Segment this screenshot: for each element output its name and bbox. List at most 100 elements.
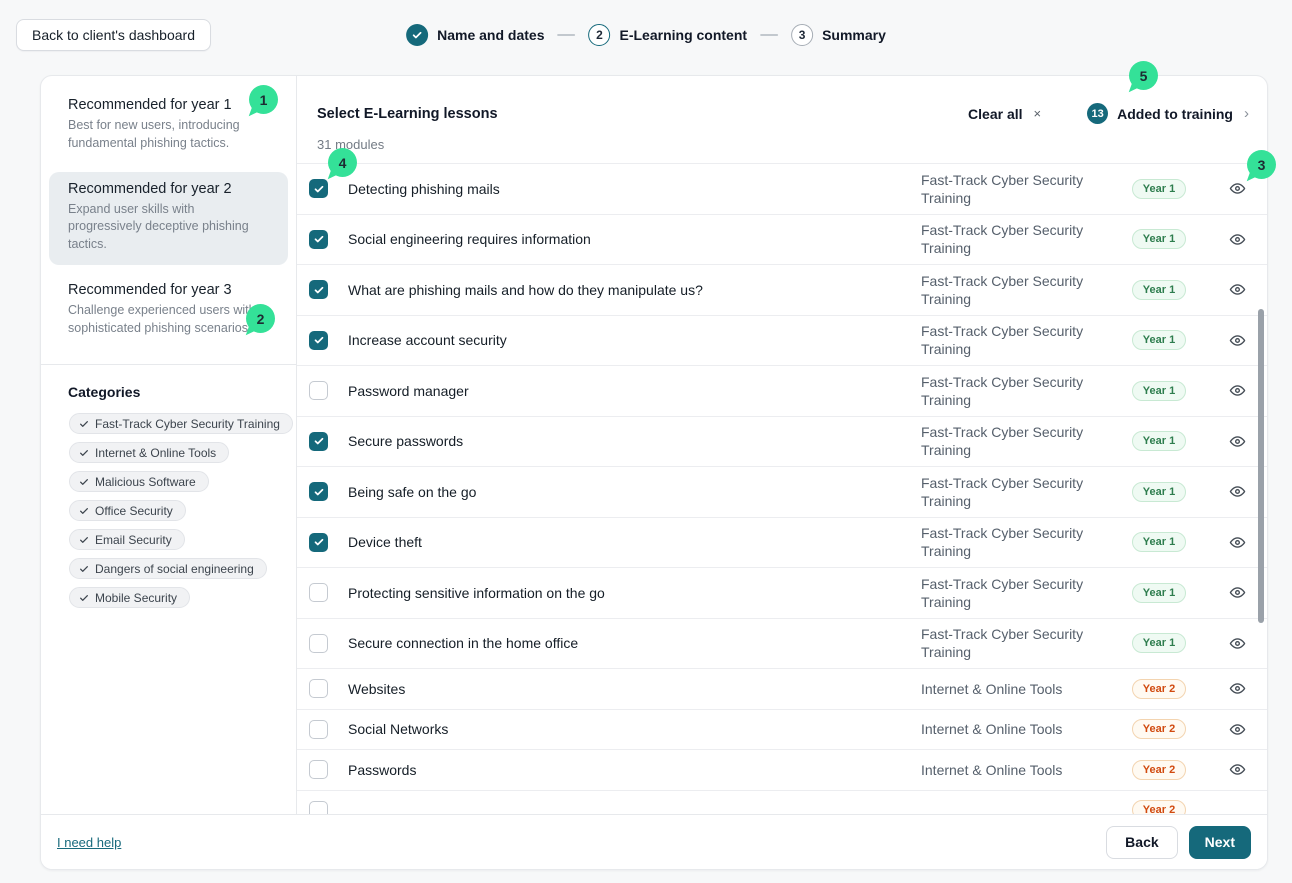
step-elearning-content[interactable]: 2 E-Learning content xyxy=(589,24,748,46)
category-chip[interactable]: Malicious Software xyxy=(69,471,209,492)
year-badge: Year 1 xyxy=(1132,280,1186,300)
annotation-balloon: 3 xyxy=(1247,150,1276,179)
lesson-checkbox[interactable] xyxy=(309,179,328,198)
lesson-category: Fast-Track Cyber Security Training xyxy=(921,423,1111,459)
lesson-row[interactable]: Password manager Fast-Track Cyber Securi… xyxy=(297,365,1267,416)
year-badge: Year 1 xyxy=(1132,381,1186,401)
eye-icon[interactable] xyxy=(1229,180,1246,197)
sidebar-divider xyxy=(41,364,296,365)
lesson-title: Detecting phishing mails xyxy=(348,181,921,197)
back-button[interactable]: Back xyxy=(1106,826,1177,859)
lesson-category: Fast-Track Cyber Security Training xyxy=(921,221,1111,257)
lesson-row[interactable]: Protecting sensitive information on the … xyxy=(297,567,1267,618)
check-icon xyxy=(313,183,325,195)
lesson-checkbox[interactable] xyxy=(309,230,328,249)
lesson-checkbox[interactable] xyxy=(309,381,328,400)
lesson-row[interactable]: Year 2 xyxy=(297,790,1267,815)
year-badge: Year 1 xyxy=(1132,633,1186,653)
lesson-row[interactable]: Social engineering requires information … xyxy=(297,214,1267,265)
year-badge: Year 2 xyxy=(1132,800,1186,814)
category-chip-label: Mobile Security xyxy=(95,591,177,605)
category-chip[interactable]: Fast-Track Cyber Security Training xyxy=(69,413,293,434)
lesson-title: What are phishing mails and how do they … xyxy=(348,282,921,298)
lesson-row[interactable]: Websites Internet & Online Tools Year 2 xyxy=(297,668,1267,709)
lesson-checkbox[interactable] xyxy=(309,634,328,653)
help-link[interactable]: I need help xyxy=(57,835,121,850)
lesson-title: Websites xyxy=(348,681,921,697)
lesson-row[interactable]: Social Networks Internet & Online Tools … xyxy=(297,709,1267,750)
category-chip[interactable]: Office Security xyxy=(69,500,186,521)
lesson-row[interactable]: Being safe on the go Fast-Track Cyber Se… xyxy=(297,466,1267,517)
recommendation-title: Recommended for year 1 xyxy=(68,97,269,113)
lesson-row[interactable]: Passwords Internet & Online Tools Year 2 xyxy=(297,749,1267,790)
lesson-row[interactable]: Device theft Fast-Track Cyber Security T… xyxy=(297,517,1267,568)
lesson-row[interactable]: Secure passwords Fast-Track Cyber Securi… xyxy=(297,416,1267,467)
eye-icon[interactable] xyxy=(1229,680,1246,697)
lesson-row[interactable]: Secure connection in the home office Fas… xyxy=(297,618,1267,669)
eye-icon[interactable] xyxy=(1229,231,1246,248)
recommendation-item[interactable]: Recommended for year 2 Expand user skill… xyxy=(49,172,288,265)
lesson-checkbox[interactable] xyxy=(309,720,328,739)
annotation-balloon: 2 xyxy=(246,304,275,333)
lesson-title: Increase account security xyxy=(348,332,921,348)
eye-icon[interactable] xyxy=(1229,332,1246,349)
recommendation-description: Challenge experienced users with sophist… xyxy=(68,302,269,338)
category-chip[interactable]: Mobile Security xyxy=(69,587,190,608)
annotation-balloon: 5 xyxy=(1129,61,1158,90)
step-label: E-Learning content xyxy=(620,27,748,43)
lesson-checkbox[interactable] xyxy=(309,432,328,451)
eye-icon[interactable] xyxy=(1229,281,1246,298)
added-to-training-link[interactable]: 13 Added to training › xyxy=(1087,103,1249,124)
eye-icon[interactable] xyxy=(1229,721,1246,738)
lesson-checkbox[interactable] xyxy=(309,280,328,299)
lesson-checkbox[interactable] xyxy=(309,331,328,350)
eye-icon[interactable] xyxy=(1229,584,1246,601)
lesson-category: Fast-Track Cyber Security Training xyxy=(921,171,1111,207)
lesson-list: Detecting phishing mails Fast-Track Cybe… xyxy=(297,163,1267,814)
eye-icon[interactable] xyxy=(1229,635,1246,652)
category-chip[interactable]: Internet & Online Tools xyxy=(69,442,229,463)
lesson-checkbox[interactable] xyxy=(309,760,328,779)
wizard-stepper: Name and dates 2 E-Learning content 3 Su… xyxy=(406,24,886,46)
eye-icon[interactable] xyxy=(1229,483,1246,500)
annotation-balloon: 1 xyxy=(249,85,278,114)
step-label: Name and dates xyxy=(437,27,544,43)
lesson-checkbox[interactable] xyxy=(309,679,328,698)
year-badge: Year 1 xyxy=(1132,532,1186,552)
step-name-and-dates[interactable]: Name and dates xyxy=(406,24,544,46)
added-count-badge: 13 xyxy=(1087,103,1108,124)
step-summary[interactable]: 3 Summary xyxy=(791,24,886,46)
eye-icon[interactable] xyxy=(1229,382,1246,399)
check-icon xyxy=(79,448,89,458)
check-icon xyxy=(79,477,89,487)
back-to-dashboard-button[interactable]: Back to client's dashboard xyxy=(16,19,211,51)
year-badge: Year 1 xyxy=(1132,330,1186,350)
eye-icon[interactable] xyxy=(1229,534,1246,551)
added-label: Added to training xyxy=(1117,106,1233,122)
clear-all-label: Clear all xyxy=(968,106,1022,122)
category-chip[interactable]: Dangers of social engineering xyxy=(69,558,267,579)
lesson-row[interactable]: Increase account security Fast-Track Cyb… xyxy=(297,315,1267,366)
lesson-category: Internet & Online Tools xyxy=(921,761,1111,779)
eye-icon[interactable] xyxy=(1229,433,1246,450)
scrollbar-thumb[interactable] xyxy=(1258,309,1264,623)
category-chip[interactable]: Email Security xyxy=(69,529,185,550)
lesson-checkbox[interactable] xyxy=(309,583,328,602)
step-done-check-icon xyxy=(406,24,428,46)
lesson-category: Fast-Track Cyber Security Training xyxy=(921,322,1111,358)
lesson-title: Social Networks xyxy=(348,721,921,737)
next-button[interactable]: Next xyxy=(1189,826,1251,859)
lesson-row[interactable]: What are phishing mails and how do they … xyxy=(297,264,1267,315)
lesson-row[interactable]: Detecting phishing mails Fast-Track Cybe… xyxy=(297,163,1267,214)
lesson-panel: Select E-Learning lessons Clear all × 13… xyxy=(297,76,1267,814)
lesson-title: Device theft xyxy=(348,534,921,550)
check-icon xyxy=(313,233,325,245)
lesson-title: Protecting sensitive information on the … xyxy=(348,585,921,601)
lesson-checkbox[interactable] xyxy=(309,533,328,552)
category-chip-label: Internet & Online Tools xyxy=(95,446,216,460)
lesson-checkbox[interactable] xyxy=(309,801,328,814)
lesson-checkbox[interactable] xyxy=(309,482,328,501)
clear-all-button[interactable]: Clear all × xyxy=(968,106,1041,122)
step-number: 3 xyxy=(791,24,813,46)
eye-icon[interactable] xyxy=(1229,761,1246,778)
